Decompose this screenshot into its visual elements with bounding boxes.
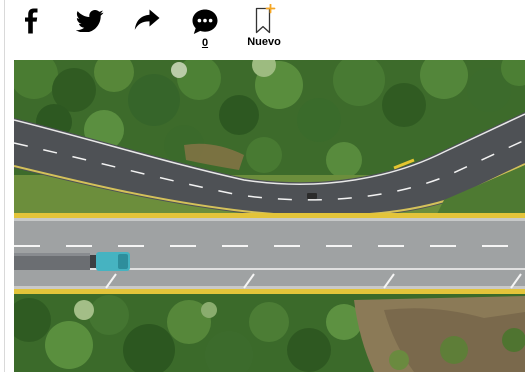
bookmark-plus-icon	[255, 4, 276, 34]
save-new-label: Nuevo	[247, 36, 281, 48]
article-page: 0 Nuevo	[0, 0, 525, 372]
twitter-share-button[interactable]	[76, 10, 104, 32]
save-new-button[interactable]: Nuevo	[246, 4, 282, 48]
facebook-share-button[interactable]	[20, 8, 42, 34]
aerial-highway-photo	[14, 60, 525, 372]
facebook-icon	[25, 8, 38, 34]
share-toolbar: 0 Nuevo	[0, 0, 525, 56]
article-photo	[14, 60, 525, 372]
comments-button[interactable]: 0	[191, 8, 219, 49]
share-arrow-icon	[134, 9, 160, 30]
comment-count[interactable]: 0	[202, 37, 208, 49]
comment-bubble-icon	[192, 9, 218, 34]
twitter-icon	[76, 10, 104, 32]
share-button[interactable]	[134, 9, 160, 31]
